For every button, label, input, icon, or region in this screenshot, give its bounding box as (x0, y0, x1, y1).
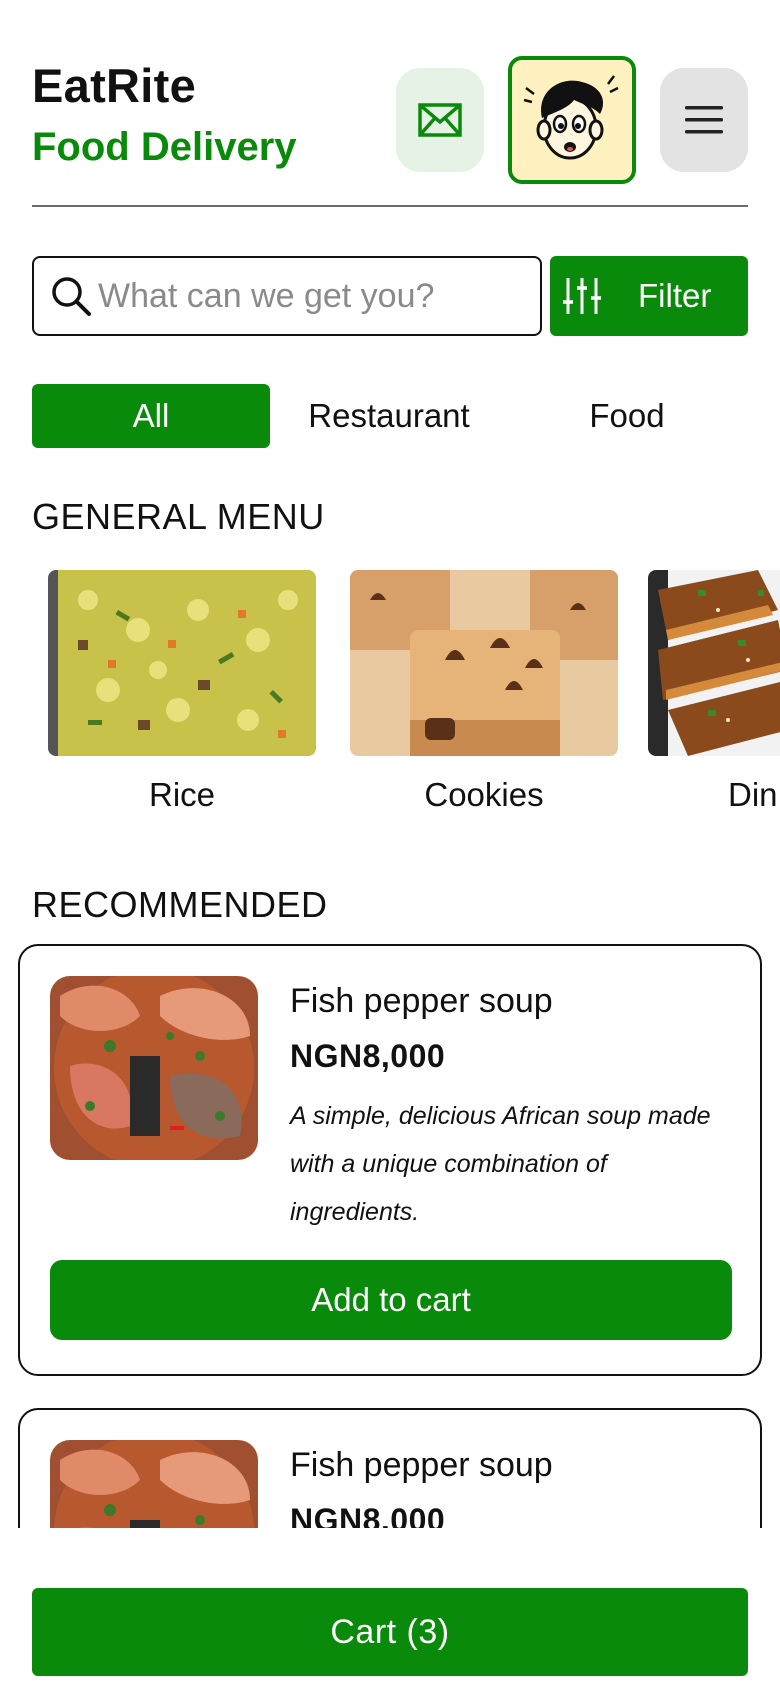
product-price: NGN8,000 (290, 1038, 446, 1074)
product-description: A simple, delicious African soup made wi… (290, 1102, 711, 1226)
brand-name: EatRite (32, 59, 197, 112)
general-menu-title: GENERAL MENU (32, 496, 325, 537)
mail-icon (418, 103, 462, 137)
brand-subtitle: Food Delivery (32, 125, 297, 169)
general-menu-carousel[interactable]: Rice Cookies Din (0, 570, 780, 820)
sliders-icon (563, 278, 601, 314)
search-bar[interactable] (32, 256, 542, 336)
cookies-image (350, 570, 618, 756)
tab-food[interactable]: Food (508, 384, 746, 448)
tab-restaurant[interactable]: Restaurant (270, 384, 508, 448)
cart-button[interactable]: Cart (3) (32, 1588, 748, 1676)
menu-item-label: Cookies (424, 776, 544, 813)
filter-label: Filter (638, 277, 712, 314)
add-to-cart-button[interactable]: Add to cart (50, 1260, 732, 1340)
app-screen: EatRite Food Delivery What can we get yo… (0, 0, 780, 1688)
search-input[interactable] (98, 276, 528, 316)
hamburger-menu-icon (685, 106, 723, 134)
menu-item-cookies[interactable]: Cookies (350, 570, 618, 814)
product-image (50, 976, 258, 1160)
category-tabs: All Restaurant Food (32, 384, 748, 448)
rice-image (48, 570, 316, 756)
cartoon-avatar-icon (523, 75, 619, 160)
search-icon (50, 275, 92, 317)
product-card[interactable]: Fish pepper soup NGN8,000 A simple, deli… (18, 944, 762, 1376)
product-name: Fish pepper soup (290, 1446, 553, 1484)
recommended-title: RECOMMENDED (32, 884, 328, 925)
dinner-image (648, 570, 780, 756)
header-divider (32, 205, 748, 207)
brand: EatRite Food Delivery (32, 58, 297, 172)
menu-item-label: Din (728, 776, 778, 813)
menu-item-dinner[interactable]: Din (648, 570, 780, 814)
tab-all[interactable]: All (32, 384, 270, 448)
menu-button[interactable] (660, 68, 748, 172)
menu-item-rice[interactable]: Rice (48, 570, 316, 814)
filter-button[interactable]: Filter (550, 256, 748, 336)
messages-button[interactable] (396, 68, 484, 172)
menu-item-label: Rice (148, 776, 216, 813)
product-name: Fish pepper soup (290, 982, 553, 1020)
profile-avatar-button[interactable] (508, 56, 636, 184)
